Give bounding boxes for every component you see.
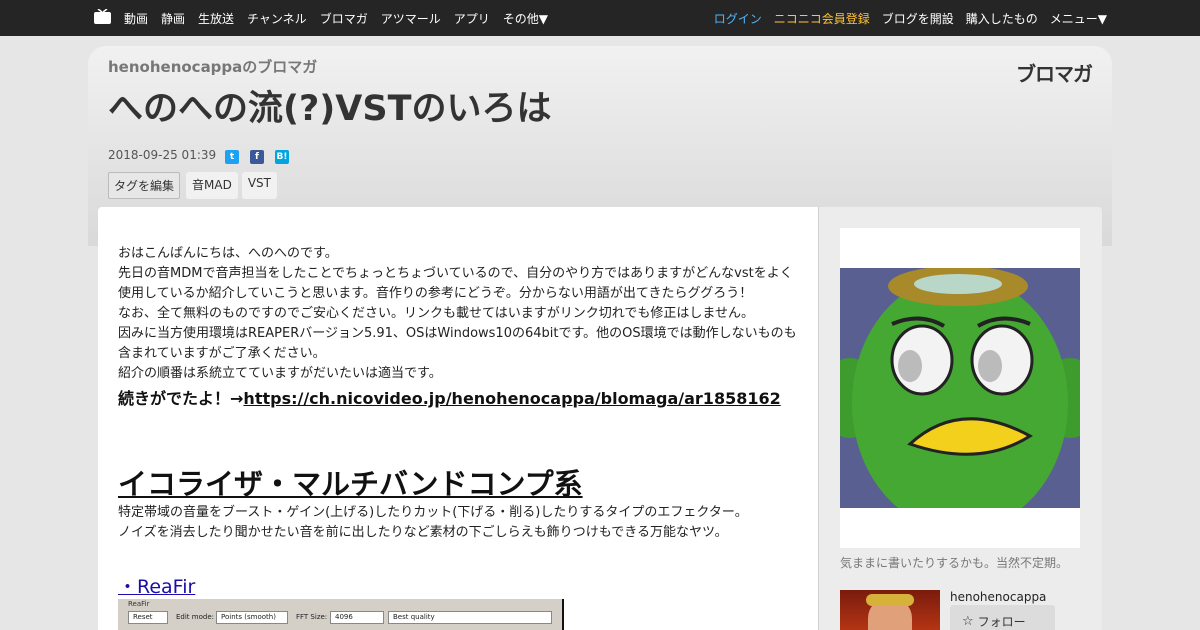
plugin-fft-select: 4096 [330, 611, 384, 624]
facebook-share-icon[interactable]: f [250, 150, 264, 164]
account-nav: ログイン ニコニコ会員登録 ブログを開設 購入したもの メニュー▼ [702, 0, 1107, 36]
plugin-edit-mode-select: Points (smooth) [216, 611, 288, 624]
plugin-title: ReaFir [128, 600, 150, 608]
open-blog-link[interactable]: ブログを開設 [882, 10, 954, 27]
menu-dropdown[interactable]: メニュー▼ [1050, 10, 1107, 27]
blomaga-logo[interactable]: ブロマガ [1016, 58, 1093, 87]
plugin-reset-button: Reset [128, 611, 168, 624]
global-nav: 動画 静画 生放送 チャンネル ブロマガ アツマール アプリ その他▼ [124, 0, 561, 36]
follow-label: フォロー [977, 614, 1026, 629]
paragraph: ノイズを消去したり聞かせたい音を前に出したりなど素材の下ごしらえも飾りつけもでき… [118, 525, 728, 540]
blog-description: 気ままに書いたりするかも。当然不定期。 [840, 556, 1069, 570]
plugin-fft-label: FFT Size: [296, 613, 328, 621]
purchased-link[interactable]: 購入したもの [966, 10, 1038, 27]
blog-name-link[interactable]: henohenocappaのブロマガ [108, 56, 317, 77]
article-intro: おはこんばんにちは、へのへのです。 先日の音MDMで音声担当をしたことでちょっと… [118, 244, 802, 384]
login-link[interactable]: ログイン [714, 10, 762, 27]
niconico-logo-icon[interactable] [94, 9, 111, 24]
author-name[interactable]: henohenocappa [950, 590, 1046, 604]
paragraph: 先日の音MDMで音声担当をしたことでちょっとちょづいているので、自分のやり方では… [118, 266, 793, 301]
edit-tags-button[interactable]: タグを編集 [108, 172, 181, 199]
nav-item-blomaga[interactable]: ブロマガ [320, 10, 368, 27]
follow-button[interactable]: ☆ フォロー [950, 605, 1055, 630]
article-body: おはこんばんにちは、へのへのです。 先日の音MDMで音声担当をしたことでちょっと… [98, 207, 818, 630]
share-buttons: t f B! [225, 150, 300, 164]
star-icon: ☆ [962, 613, 974, 629]
nav-item-atsumaru[interactable]: アツマール [381, 10, 441, 27]
tag-item[interactable]: VST [241, 172, 277, 199]
plugin-quality-select: Best quality [388, 611, 552, 624]
paragraph: なお、全て無料のものですのでご安心ください。リンクも載せてはいますがリンク切れで… [118, 306, 754, 321]
nav-item-other[interactable]: その他▼ [503, 10, 548, 27]
nav-item-video[interactable]: 動画 [124, 10, 148, 27]
post-date: 2018-09-25 01:39 [108, 148, 217, 162]
paragraph: 因みに当方使用環境はREAPERバージョン5.91、OSはWindows10の6… [118, 326, 797, 361]
twitter-share-icon[interactable]: t [225, 150, 239, 164]
hatena-bookmark-icon[interactable]: B! [275, 150, 289, 164]
paragraph: 特定帯域の音量をブースト・ゲイン(上げる)したりカット(下げる・削る)したりする… [118, 505, 748, 520]
paragraph: 紹介の順番は系統立てていますがだいたいは適当です。 [118, 366, 442, 381]
nav-item-app[interactable]: アプリ [454, 10, 490, 27]
section-text: 特定帯域の音量をブースト・ゲイン(上げる)したりカット(下げる・削る)したりする… [118, 503, 802, 543]
continuation-link[interactable]: https://ch.nicovideo.jp/henohenocappa/bl… [243, 389, 780, 408]
author-avatar[interactable] [840, 590, 940, 630]
plugin-edit-mode-label: Edit mode: [176, 613, 214, 621]
blog-avatar-image [840, 228, 1080, 548]
section-heading: イコライザ・マルチバンドコンプ系 [118, 467, 583, 501]
register-link[interactable]: ニコニコ会員登録 [774, 10, 870, 27]
author-sidebar: 気ままに書いたりするかも。当然不定期。 henohenocappa ☆ フォロー [818, 207, 1102, 630]
continuation-notice: 続きがでたよ！→https://ch.nicovideo.jp/henoheno… [118, 385, 781, 409]
reafir-screenshot: ReaFir Reset Edit mode: Points (smooth) … [118, 599, 564, 630]
article-title: へのへの流(?)VSTのいろは [108, 89, 552, 129]
nav-item-seiga[interactable]: 静画 [161, 10, 185, 27]
reafir-link[interactable]: ・ReaFir [118, 572, 195, 599]
top-nav-bar: 動画 静画 生放送 チャンネル ブロマガ アツマール アプリ その他▼ ログイン… [0, 0, 1200, 36]
tag-list: タグを編集 音MAD VST [108, 172, 281, 199]
tag-item[interactable]: 音MAD [186, 172, 238, 199]
nav-item-live[interactable]: 生放送 [198, 10, 234, 27]
kappa-face-icon [840, 268, 1080, 508]
nav-item-channel[interactable]: チャンネル [247, 10, 307, 27]
continuation-label: 続きがでたよ！→ [118, 389, 244, 408]
paragraph: おはこんばんにちは、へのへのです。 [118, 246, 338, 261]
